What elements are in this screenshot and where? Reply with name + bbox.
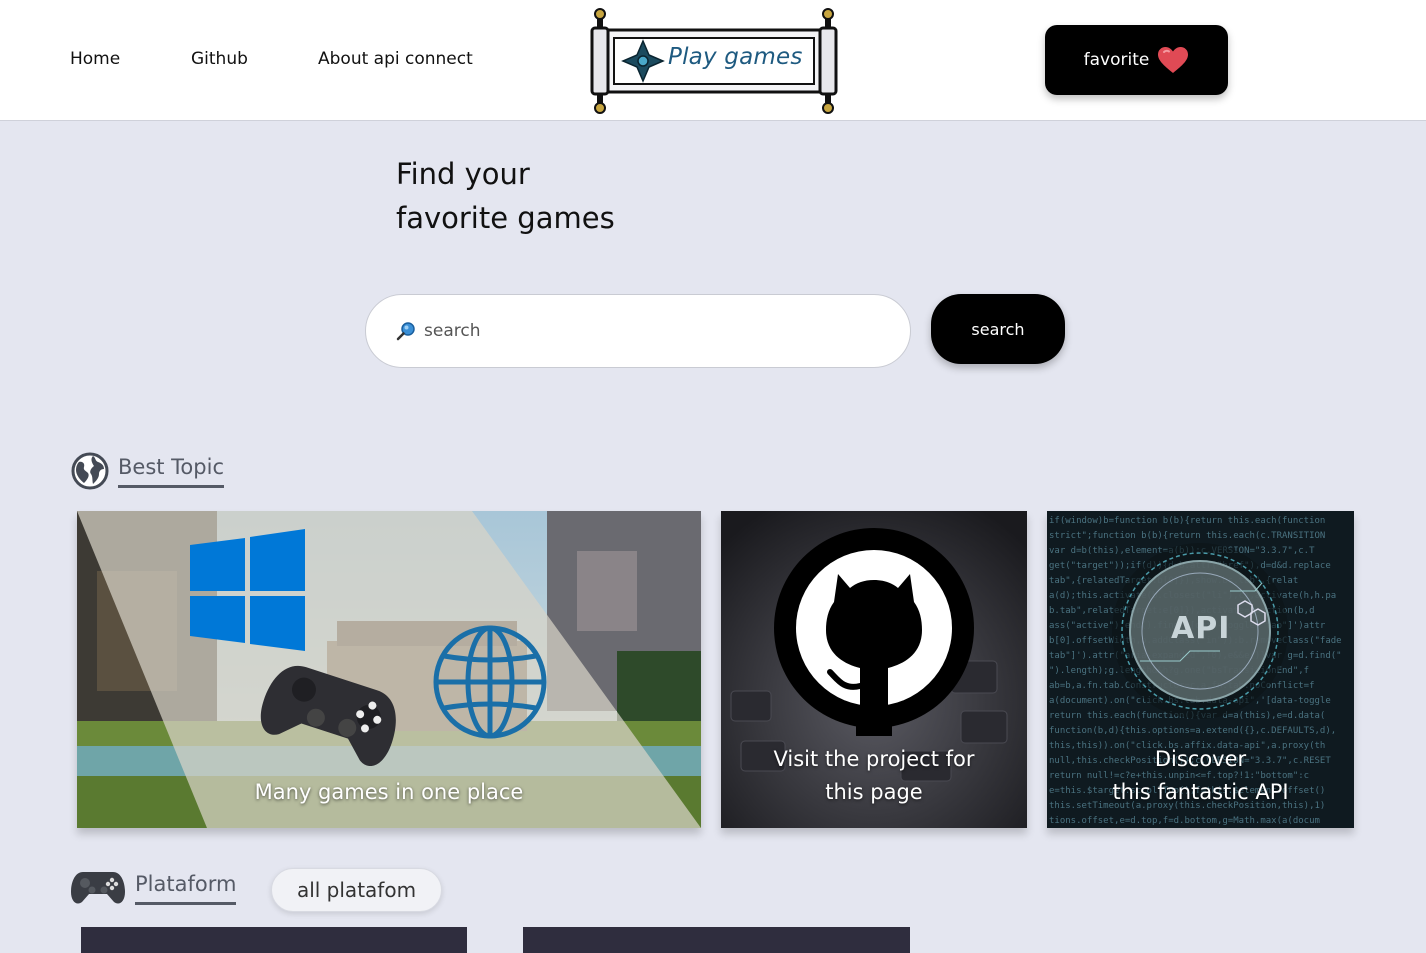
hero-title-line1: Find your: [396, 157, 530, 191]
topic-card-many-games[interactable]: Many games in one place: [77, 511, 701, 828]
all-platform-button[interactable]: all platafom: [271, 868, 442, 912]
heart-icon: [1158, 47, 1189, 73]
logo-text: Play games: [668, 44, 803, 70]
api-badge-text: API: [1171, 611, 1231, 646]
nav-about-link[interactable]: About api connect: [318, 49, 473, 69]
card-caption: Visit the project for this page: [721, 743, 1027, 809]
hero-title: Find your favorite games: [396, 152, 615, 240]
globe-icon: [71, 452, 109, 490]
favorite-button-label: favorite: [1083, 50, 1150, 70]
best-topic-header: Best Topic: [71, 452, 224, 490]
svg-text:tions.offset,e=d.top,f=d.botto: tions.offset,e=d.top,f=d.bottom,g=Math.m…: [1049, 816, 1320, 826]
platform-title: Plataform: [135, 872, 237, 905]
card-caption-line2: this page: [825, 780, 923, 804]
platform-card[interactable]: [81, 927, 467, 953]
search-icon: [396, 322, 415, 341]
world-globe-icon: [433, 625, 547, 739]
platform-header: Plataform: [71, 870, 237, 906]
nav-github-link[interactable]: Github: [191, 49, 248, 69]
search-bar[interactable]: [365, 294, 911, 368]
svg-text:strict";function b(b){return t: strict";function b(b){return this.each(c…: [1049, 531, 1325, 541]
search-button[interactable]: search: [931, 294, 1065, 364]
card-caption: Many games in one place: [254, 780, 524, 804]
hero-title-line2: favorite games: [396, 201, 615, 235]
top-header: Home Github About api connect Play games…: [0, 0, 1426, 121]
card-caption: Discover this fantastic API: [1047, 743, 1354, 809]
site-logo[interactable]: Play games: [588, 8, 840, 114]
svg-text:function(b,d){this.options=a.e: function(b,d){this.options=a.extend({},c…: [1049, 726, 1336, 736]
card-caption-line2: this fantastic API: [1112, 780, 1289, 804]
search-input[interactable]: [424, 321, 864, 341]
topic-card-github[interactable]: Visit the project for this page: [721, 511, 1027, 828]
best-topic-title: Best Topic: [118, 455, 224, 488]
favorite-button[interactable]: favorite: [1045, 25, 1228, 95]
platform-card[interactable]: [523, 927, 910, 953]
card-caption-line1: Visit the project for: [773, 747, 975, 771]
gamepad-icon: [71, 872, 125, 904]
topic-card-api[interactable]: if(window)b=function b(b){return this.ea…: [1047, 511, 1354, 828]
card-caption-line1: Discover: [1154, 747, 1247, 771]
svg-text:if(window)b=function b(b){retu: if(window)b=function b(b){return this.ea…: [1049, 516, 1325, 526]
nav-home-link[interactable]: Home: [70, 49, 120, 69]
